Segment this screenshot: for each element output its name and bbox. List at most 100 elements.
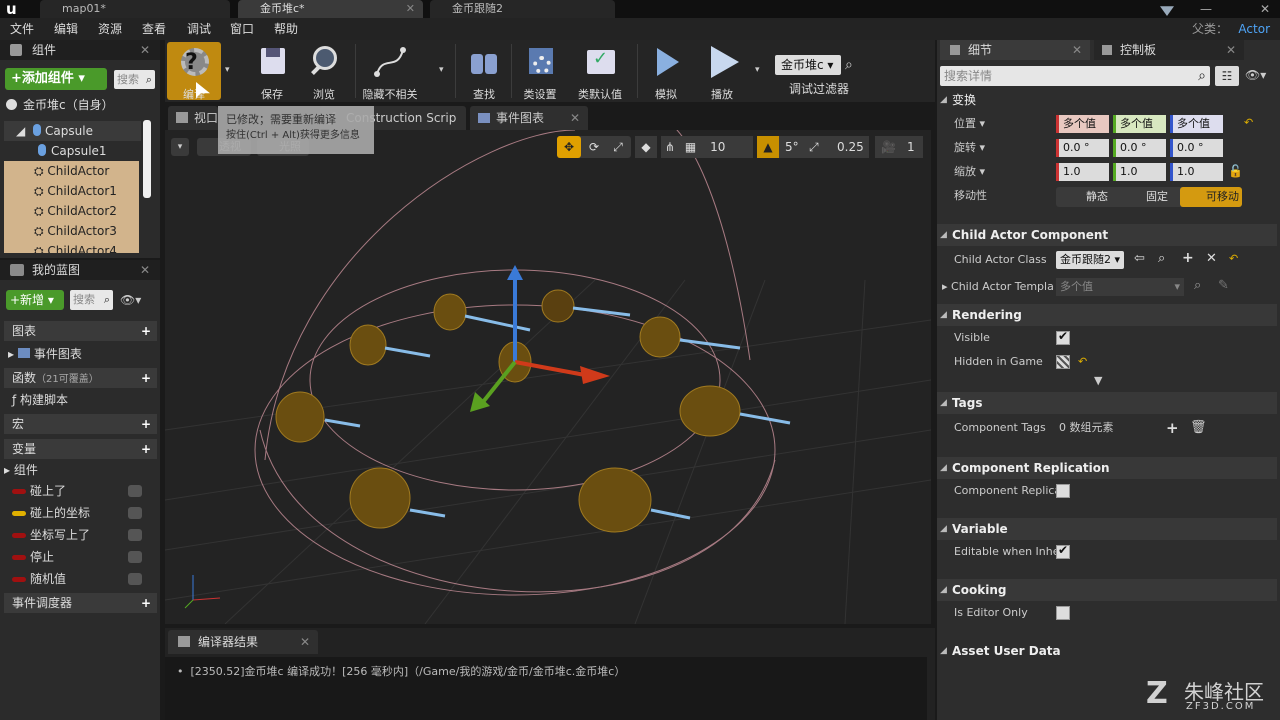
section-child-actor[interactable]: Child Actor Component: [937, 224, 1277, 246]
rotation-label[interactable]: 旋转 ▾: [954, 138, 985, 158]
tab-compiler-results[interactable]: 编译器结果 ✕: [168, 630, 318, 654]
use-selected-icon[interactable]: ⇦: [1134, 251, 1145, 266]
my-blueprint-search-input[interactable]: 搜索 ⌕: [70, 290, 113, 310]
menu-window[interactable]: 窗口: [230, 18, 254, 40]
add-element-icon[interactable]: +: [1166, 418, 1179, 438]
visibility-icon[interactable]: [128, 529, 142, 541]
visibility-icon[interactable]: [128, 573, 142, 585]
tree-item-capsule[interactable]: ◢ Capsule: [4, 121, 141, 141]
tree-item-capsule1[interactable]: Capsule1: [4, 141, 141, 161]
coordinate-space-icon[interactable]: ◆: [635, 136, 657, 158]
section-variable[interactable]: Variable: [937, 518, 1277, 540]
scale-z-field[interactable]: 1.0: [1170, 163, 1223, 181]
eye-icon[interactable]: 👁▾: [120, 293, 141, 307]
child-actor-template-select[interactable]: 多个值 ▾: [1056, 278, 1184, 296]
section-rendering[interactable]: Rendering: [937, 304, 1277, 326]
find-button[interactable]: 查找: [457, 42, 511, 101]
category-functions[interactable]: 函数（21可覆盖） +: [4, 368, 157, 388]
scale-snap-icon[interactable]: ⤢: [809, 136, 819, 158]
minimize-icon[interactable]: —: [1200, 0, 1212, 18]
tree-item-root[interactable]: 金币堆c（自身）: [6, 95, 141, 115]
tree-item-childactor2[interactable]: ⛭ ChildActor2: [4, 201, 139, 221]
close-icon[interactable]: ✕: [300, 630, 310, 654]
add-icon[interactable]: +: [1182, 250, 1194, 266]
grid-icon[interactable]: ▦: [685, 140, 696, 154]
add-icon[interactable]: +: [139, 442, 153, 456]
menu-file[interactable]: 文件: [10, 18, 34, 40]
details-search-input[interactable]: 搜索详情 ⌕: [940, 66, 1210, 86]
tab-palette[interactable]: 控制板 ✕: [1094, 40, 1244, 60]
compile-options-chevron-icon[interactable]: ▾: [225, 65, 230, 75]
property-matrix-icon[interactable]: ☷: [1215, 66, 1239, 86]
play-button[interactable]: 播放: [695, 42, 749, 101]
trash-icon[interactable]: 🗑: [1190, 418, 1207, 438]
browse-asset-icon[interactable]: ⌕: [1158, 251, 1165, 266]
tree-item-childactor4[interactable]: ⛭ ChildActor4: [4, 241, 139, 253]
category-macros[interactable]: 宏 +: [4, 414, 157, 434]
components-scrollbar[interactable]: [143, 120, 151, 198]
location-x-field[interactable]: 多个值: [1056, 115, 1109, 133]
location-z-field[interactable]: 多个值: [1170, 115, 1223, 133]
close-icon[interactable]: ✕: [1072, 40, 1082, 60]
reset-to-default-icon[interactable]: ↶: [1244, 116, 1253, 129]
rotation-y-field[interactable]: 0.0 °: [1113, 139, 1166, 157]
visibility-icon[interactable]: [128, 551, 142, 563]
save-button[interactable]: 保存: [245, 42, 299, 101]
reset-to-default-icon[interactable]: ↶: [1229, 252, 1238, 265]
category-variables[interactable]: 变量 +: [4, 439, 157, 459]
category-graphs[interactable]: 图表 +: [4, 321, 157, 341]
eye-icon[interactable]: 👁▾: [1245, 68, 1266, 82]
viewport[interactable]: ▾ 透视 光照 ✥ ⟳ ⤢ ◆ ⋔ ▦ 10 ▲ 5° ⤢ 0.25 🎥 1: [165, 130, 931, 624]
section-asset-user-data[interactable]: Asset User Data: [937, 640, 1277, 662]
event-graph-item[interactable]: ▸ 事件图表: [8, 344, 82, 364]
class-settings-button[interactable]: 类设置: [513, 42, 567, 101]
lock-icon[interactable]: 🔓: [1228, 164, 1243, 178]
simulate-button[interactable]: 模拟: [639, 42, 693, 101]
search-icon[interactable]: ⌕: [845, 57, 853, 73]
category-event-dispatchers[interactable]: 事件调度器 +: [4, 593, 157, 613]
tree-item-childactor1[interactable]: ⛭ ChildActor1: [4, 181, 139, 201]
close-window-icon[interactable]: ✕: [1260, 0, 1270, 18]
close-icon[interactable]: ✕: [406, 0, 415, 18]
variable-item[interactable]: 碰上的坐标: [12, 503, 154, 523]
menu-edit[interactable]: 编辑: [54, 18, 78, 40]
tab-event-graph[interactable]: 事件图表 ✕: [470, 106, 588, 130]
compile-button[interactable]: ? 编译: [167, 42, 221, 101]
location-label[interactable]: 位置 ▾: [954, 114, 985, 134]
hidden-in-game-checkbox[interactable]: [1056, 355, 1070, 369]
rotate-mode-icon[interactable]: ⟳: [583, 136, 605, 158]
notification-icon[interactable]: [1160, 6, 1174, 16]
scale-y-field[interactable]: 1.0: [1113, 163, 1166, 181]
components-group[interactable]: ▸ 组件: [4, 460, 38, 480]
viewport-options-chevron-icon[interactable]: ▾: [171, 138, 189, 156]
tab-coin-pile[interactable]: 金币堆c* ✕: [238, 0, 423, 18]
add-component-button[interactable]: +添加组件 ▾: [5, 68, 107, 90]
surface-snap-icon[interactable]: ⋔: [665, 140, 675, 154]
tab-map01[interactable]: map01*: [40, 0, 230, 18]
tab-details[interactable]: 细节 ✕: [940, 40, 1090, 60]
section-cooking[interactable]: Cooking: [937, 579, 1277, 601]
child-actor-template-label[interactable]: ▸ Child Actor Templa: [942, 277, 1054, 297]
is-editor-only-checkbox[interactable]: [1056, 606, 1070, 620]
camera-icon[interactable]: 🎥: [881, 136, 896, 158]
scale-mode-icon[interactable]: ⤢: [607, 136, 629, 158]
location-y-field[interactable]: 多个值: [1113, 115, 1166, 133]
component-replicates-checkbox[interactable]: [1056, 484, 1070, 498]
components-search-input[interactable]: 搜索 ⌕: [114, 70, 155, 89]
new-button[interactable]: +新增 ▾: [6, 290, 64, 310]
pick-icon[interactable]: ✎: [1218, 278, 1229, 293]
tree-item-childactor3[interactable]: ⛭ ChildActor3: [4, 221, 139, 241]
variable-item[interactable]: 随机值: [12, 569, 154, 589]
editable-when-inherited-checkbox[interactable]: [1056, 543, 1070, 559]
class-defaults-button[interactable]: ✓ 类默认值: [569, 42, 631, 101]
add-icon[interactable]: +: [139, 324, 153, 338]
menu-asset[interactable]: 资源: [98, 18, 122, 40]
reset-to-default-icon[interactable]: ↶: [1078, 355, 1087, 368]
rotation-x-field[interactable]: 0.0 °: [1056, 139, 1109, 157]
section-transform[interactable]: 变换: [937, 89, 1277, 111]
scale-snap-value[interactable]: 0.25: [837, 136, 864, 158]
variable-item[interactable]: 停止: [12, 547, 154, 567]
translate-mode-icon[interactable]: ✥: [557, 136, 581, 158]
browse-button[interactable]: 浏览: [297, 42, 351, 101]
visibility-icon[interactable]: [128, 507, 142, 519]
